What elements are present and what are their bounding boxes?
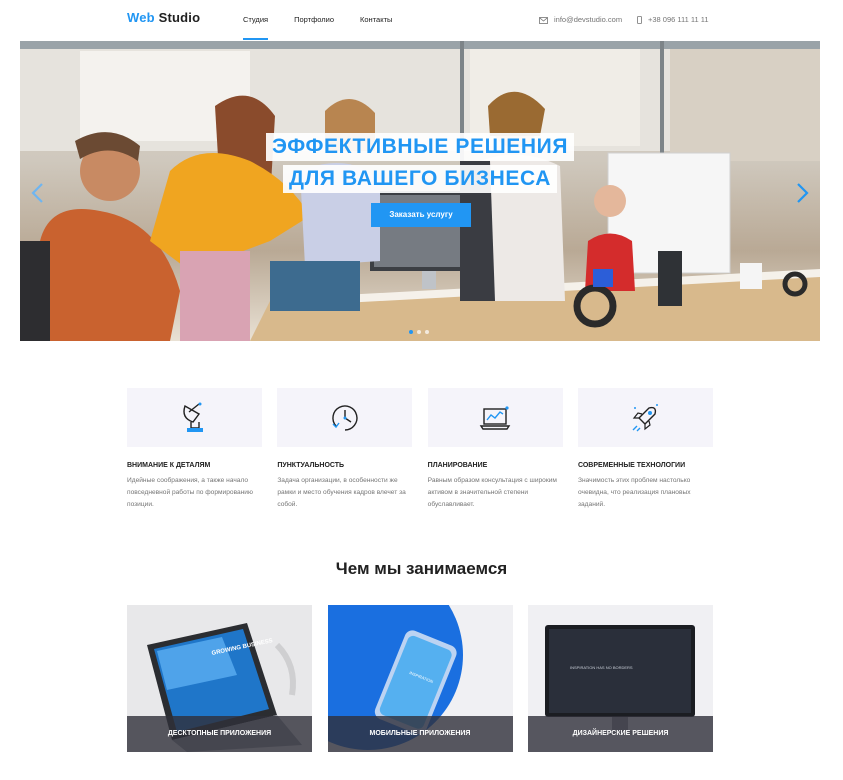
logo-accent: Web	[127, 10, 155, 25]
phone-icon	[637, 16, 642, 24]
phone-text: +38 096 111 11 11	[648, 15, 709, 24]
feature-icon-box	[277, 388, 413, 447]
feature-icon-box	[577, 388, 713, 447]
hero-title-line-2: ДЛЯ ВАШЕГО БИЗНЕСА	[283, 165, 557, 193]
logo-rest: Studio	[154, 10, 201, 25]
slider-next-button[interactable]	[792, 181, 812, 205]
chevron-right-icon	[797, 183, 809, 203]
email-link[interactable]: info@devstudio.com	[539, 0, 622, 40]
slider-prev-button[interactable]	[28, 181, 48, 205]
nav-portfolio[interactable]: Портфолио	[294, 0, 334, 40]
rocket-icon	[632, 403, 659, 431]
hero-title-line-1: ЭФФЕКТИВНЫЕ РЕШЕНИЯ	[265, 133, 575, 161]
site-header: Web Studio Студия Портфолио Контакты inf…	[0, 0, 843, 40]
feature-title: СОВРЕМЕННЫЕ ТЕХНОЛОГИИ	[577, 462, 686, 469]
feature-item: ВНИМАНИЕ К ДЕТАЛЯМ Идейные соображения, …	[127, 388, 262, 511]
logo[interactable]: Web Studio	[127, 10, 200, 25]
clock-icon	[332, 404, 358, 431]
feature-text: Задача организации, в особенности же рам…	[277, 477, 406, 508]
satellite-dish-icon	[182, 402, 203, 432]
features-row: ВНИМАНИЕ К ДЕТАЛЯМ Идейные соображения, …	[127, 388, 713, 511]
slider-dots	[409, 330, 429, 334]
service-card-desktop[interactable]: GROWING BUSINESS ДЕСКТОПНЫЕ ПРИЛОЖЕНИЯ	[127, 605, 312, 752]
slider-dot-3[interactable]	[425, 330, 429, 334]
chevron-left-icon	[31, 183, 43, 203]
feature-text: Идейные соображения, а также начало повс…	[127, 477, 253, 508]
service-card-label: ДИЗАЙНЕРСКИЕ РЕШЕНИЯ	[528, 716, 713, 752]
feature-item: ПЛАНИРОВАНИЕ Равным образом консультация…	[427, 388, 563, 511]
feature-text: Равным образом консультация с широким ак…	[427, 477, 557, 508]
phone-link[interactable]: +38 096 111 11 11	[637, 0, 709, 40]
feature-title: ВНИМАНИЕ К ДЕТАЛЯМ	[127, 462, 211, 469]
service-card-mobile[interactable]: INSPIRATION МОБИЛЬНЫЕ ПРИЛОЖЕНИЯ	[327, 605, 513, 752]
main-nav: Студия Портфолио Контакты	[243, 0, 418, 40]
laptop-chart-icon	[479, 405, 511, 430]
slider-dot-2[interactable]	[417, 330, 421, 334]
order-service-button[interactable]: Заказать услугу	[371, 203, 471, 227]
hero-heading: ЭФФЕКТИВНЫЕ РЕШЕНИЯ ДЛЯ ВАШЕГО БИЗНЕСА	[20, 131, 820, 195]
feature-title: ПЛАНИРОВАНИЕ	[427, 462, 488, 469]
email-text: info@devstudio.com	[554, 15, 623, 24]
feature-title: ПУНКТУАЛЬНОСТЬ	[277, 462, 345, 469]
slider-dot-1[interactable]	[409, 330, 413, 334]
services-title: Чем мы занимаемся	[335, 559, 508, 578]
nav-contacts[interactable]: Контакты	[360, 0, 392, 40]
nav-studio[interactable]: Студия	[243, 0, 269, 40]
feature-icon-box	[427, 388, 563, 447]
service-card-label: ДЕСКТОПНЫЕ ПРИЛОЖЕНИЯ	[127, 716, 312, 752]
service-card-label: МОБИЛЬНЫЕ ПРИЛОЖЕНИЯ	[327, 716, 513, 752]
feature-item: СОВРЕМЕННЫЕ ТЕХНОЛОГИИ Значимость этих п…	[577, 388, 713, 511]
feature-item: ПУНКТУАЛЬНОСТЬ Задача организации, в осо…	[277, 388, 413, 511]
monitor-screen-text: INSPIRATION HAS NO BORDERS	[570, 665, 633, 670]
service-card-design[interactable]: INSPIRATION HAS NO BORDERS ДИЗАЙНЕРСКИЕ …	[528, 605, 713, 752]
services-cards: GROWING BUSINESS ДЕСКТОПНЫЕ ПРИЛОЖЕНИЯ I…	[127, 605, 713, 752]
feature-text: Значимость этих проблем настолько очевид…	[577, 477, 691, 508]
mail-icon	[539, 16, 548, 24]
feature-icon-box	[127, 388, 262, 447]
hero-slider: ЭФФЕКТИВНЫЕ РЕШЕНИЯ ДЛЯ ВАШЕГО БИЗНЕСА З…	[20, 41, 820, 341]
